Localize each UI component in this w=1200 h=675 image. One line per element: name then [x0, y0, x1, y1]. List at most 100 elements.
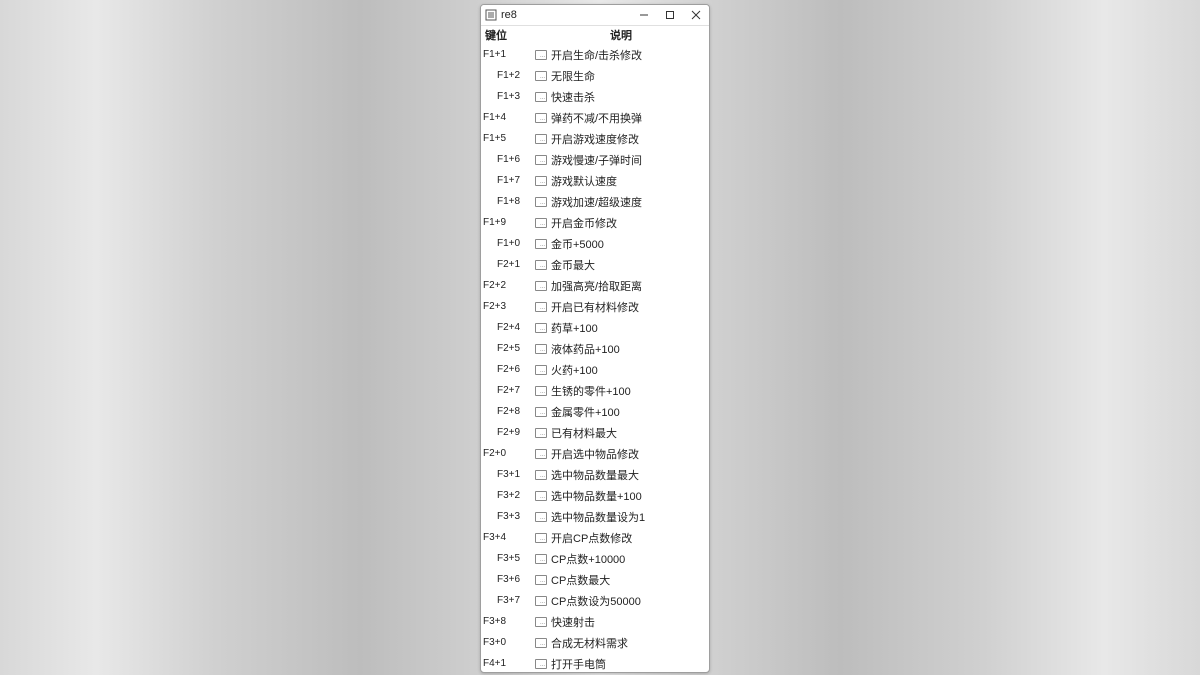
hotkey-desc: 快速射击 [551, 614, 595, 630]
hotkey-row: F2+6... 火药+100 [481, 359, 709, 380]
title-bar[interactable]: re8 [481, 5, 709, 26]
hotkey-row: F1+4...弹药不减/不用换弹 [481, 107, 709, 128]
value-box[interactable]: ... [535, 218, 547, 228]
hotkey-desc: 选中物品数量+100 [551, 488, 642, 504]
hotkey-row: F2+2...加强高亮/拾取距离 [481, 275, 709, 296]
value-box[interactable]: ... [535, 659, 547, 669]
value-box[interactable]: ... [535, 386, 547, 396]
value-box[interactable]: ... [535, 491, 547, 501]
hotkey-key: F1+1 [483, 49, 533, 60]
hotkey-key: F2+0 [483, 448, 533, 459]
hotkey-desc: 开启CP点数修改 [551, 530, 632, 546]
hotkey-key: F1+5 [483, 133, 533, 144]
hotkey-desc: 加强高亮/拾取距离 [551, 278, 642, 294]
value-box[interactable]: ... [535, 134, 547, 144]
hotkey-row: F3+8...快速射击 [481, 611, 709, 632]
window-title: re8 [501, 9, 637, 21]
hotkey-row: F3+5... CP点数+10000 [481, 548, 709, 569]
hotkey-key: F3+3 [483, 511, 533, 522]
hotkey-desc: 火药+100 [551, 362, 598, 378]
value-box[interactable]: ... [535, 281, 547, 291]
hotkey-key: F4+1 [483, 658, 533, 669]
value-box[interactable]: ... [535, 596, 547, 606]
value-box[interactable]: ... [535, 428, 547, 438]
hotkey-desc: 弹药不减/不用换弹 [551, 110, 642, 126]
hotkey-row: F4+1... 打开手电筒 [481, 653, 709, 672]
hotkey-desc: 游戏加速/超级速度 [551, 194, 642, 210]
value-box[interactable]: ... [535, 449, 547, 459]
hotkey-key: F2+3 [483, 301, 533, 312]
hotkey-row: F1+1... 开启生命/击杀修改 [481, 44, 709, 65]
hotkey-key: F2+8 [483, 406, 533, 417]
hotkey-row: F3+0...合成无材料需求 [481, 632, 709, 653]
hotkey-desc: 开启生命/击杀修改 [551, 47, 642, 63]
value-box[interactable]: ... [535, 50, 547, 60]
hotkey-desc: 打开手电筒 [551, 656, 606, 672]
close-button[interactable] [689, 8, 703, 22]
hotkey-row: F1+0...金币+5000 [481, 233, 709, 254]
hotkey-desc: 快速击杀 [551, 89, 595, 105]
hotkey-row: F2+3...开启已有材料修改 [481, 296, 709, 317]
hotkey-key: F1+0 [483, 238, 533, 249]
hotkey-desc: CP点数最大 [551, 572, 610, 588]
hotkey-desc: 药草+100 [551, 320, 598, 336]
hotkey-key: F2+6 [483, 364, 533, 375]
value-box[interactable]: ... [535, 365, 547, 375]
minimize-button[interactable] [637, 8, 651, 22]
value-box[interactable]: ... [535, 92, 547, 102]
hotkey-desc: 液体药品+100 [551, 341, 620, 357]
hotkey-row: F1+3...快速击杀 [481, 86, 709, 107]
hotkey-desc: 无限生命 [551, 68, 595, 84]
column-headers: 键位 说明 [481, 26, 709, 44]
hotkey-desc: 游戏默认速度 [551, 173, 617, 189]
desktop-background: re8 键位 说明 F1+1...开启生命/击杀修改F1+ [0, 0, 1200, 675]
value-box[interactable]: ... [535, 533, 547, 543]
hotkey-key: F1+6 [483, 154, 533, 165]
hotkey-key: F3+4 [483, 532, 533, 543]
hotkey-key: F2+5 [483, 343, 533, 354]
hotkey-row: F1+2... 无限生命 [481, 65, 709, 86]
hotkey-list: F1+1...开启生命/击杀修改F1+2...无限生命F1+3...快速击杀F1… [481, 44, 709, 672]
app-icon [485, 9, 497, 21]
hotkey-row: F2+1... 金币最大 [481, 254, 709, 275]
value-box[interactable]: ... [535, 323, 547, 333]
value-box[interactable]: ... [535, 617, 547, 627]
hotkey-key: F1+9 [483, 217, 533, 228]
hotkey-row: F3+7...CP点数设为50000 [481, 590, 709, 611]
value-box[interactable]: ... [535, 155, 547, 165]
hotkey-key: F3+2 [483, 490, 533, 501]
hotkey-desc: 金属零件+100 [551, 404, 620, 420]
hotkey-row: F1+9...开启金币修改 [481, 212, 709, 233]
value-box[interactable]: ... [535, 260, 547, 270]
hotkey-desc: 选中物品数量最大 [551, 467, 639, 483]
value-box[interactable]: ... [535, 197, 547, 207]
hotkey-key: F1+7 [483, 175, 533, 186]
value-box[interactable]: ... [535, 302, 547, 312]
value-box[interactable]: ... [535, 344, 547, 354]
hotkey-key: F3+1 [483, 469, 533, 480]
hotkey-desc: 开启选中物品修改 [551, 446, 639, 462]
hotkey-key: F2+1 [483, 259, 533, 270]
hotkey-key: F1+2 [483, 70, 533, 81]
hotkey-desc: 金币最大 [551, 257, 595, 273]
hotkey-key: F1+8 [483, 196, 533, 207]
value-box[interactable]: ... [535, 113, 547, 123]
hotkey-desc: CP点数+10000 [551, 551, 625, 567]
value-box[interactable]: ... [535, 470, 547, 480]
hotkey-key: F3+0 [483, 637, 533, 648]
hotkey-row: F3+3...选中物品数量设为1 [481, 506, 709, 527]
hotkey-desc: 开启游戏速度修改 [551, 131, 639, 147]
value-box[interactable]: ... [535, 176, 547, 186]
value-box[interactable]: ... [535, 554, 547, 564]
hotkey-row: F2+4...药草+100 [481, 317, 709, 338]
hotkey-key: F3+5 [483, 553, 533, 564]
maximize-button[interactable] [663, 8, 677, 22]
hotkey-desc: CP点数设为50000 [551, 593, 641, 609]
value-box[interactable]: ... [535, 407, 547, 417]
value-box[interactable]: ... [535, 638, 547, 648]
hotkey-desc: 生锈的零件+100 [551, 383, 631, 399]
value-box[interactable]: ... [535, 239, 547, 249]
value-box[interactable]: ... [535, 575, 547, 585]
value-box[interactable]: ... [535, 71, 547, 81]
value-box[interactable]: ... [535, 512, 547, 522]
